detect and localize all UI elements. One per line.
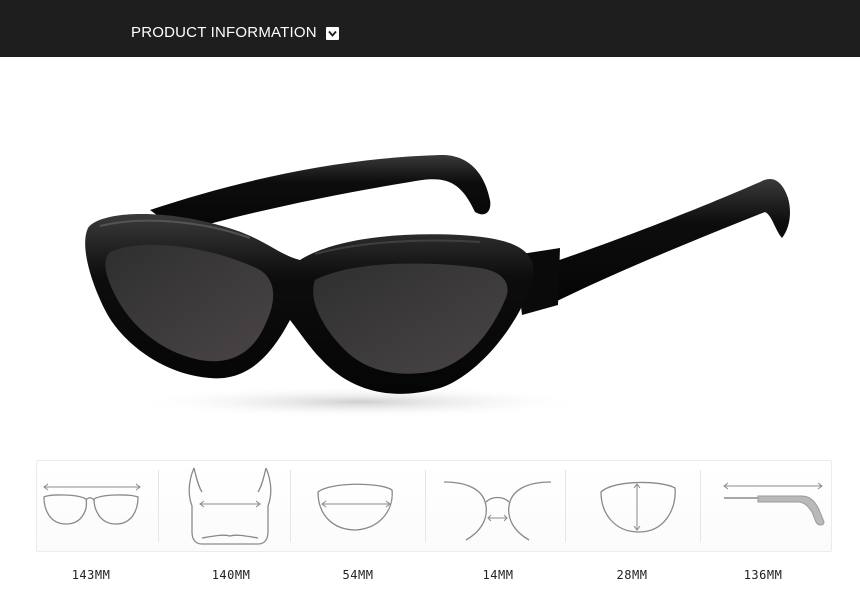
dimension-value: 143MM xyxy=(71,568,111,582)
lens-height-icon xyxy=(595,462,685,550)
temple-span-icon xyxy=(180,462,280,550)
dimensions-panel xyxy=(36,460,832,552)
header-bar: PRODUCT INFORMATION xyxy=(0,0,860,57)
temple-length-icon xyxy=(718,462,828,550)
chevron-down-icon[interactable] xyxy=(326,27,339,40)
header-title: PRODUCT INFORMATION xyxy=(131,24,317,41)
lens-width-icon xyxy=(310,462,400,550)
dimension-value: 14MM xyxy=(482,568,514,582)
divider xyxy=(565,470,566,542)
dimension-value: 136MM xyxy=(743,568,783,582)
sunglasses-image xyxy=(60,120,820,440)
divider xyxy=(158,470,159,542)
divider xyxy=(425,470,426,542)
dimension-value: 54MM xyxy=(342,568,374,582)
dimension-value: 140MM xyxy=(211,568,251,582)
bridge-width-icon xyxy=(440,462,555,550)
total-width-icon xyxy=(38,462,148,550)
divider xyxy=(700,470,701,542)
divider xyxy=(290,470,291,542)
dimension-value: 28MM xyxy=(616,568,648,582)
